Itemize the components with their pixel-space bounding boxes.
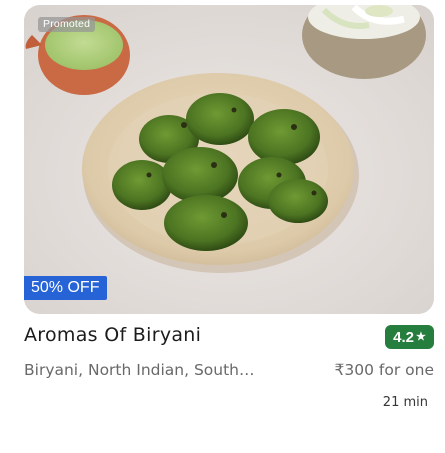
rating-badge: 4.2 ★ [385,325,434,349]
restaurant-card[interactable]: Promoted 50% OFF Aromas Of Biryani 4.2 ★… [0,0,445,453]
cuisine-list: Biryani, North Indian, South Indian [24,361,256,379]
delivery-time: 21 min [382,395,428,410]
promoted-badge: Promoted [38,17,96,32]
restaurant-photo[interactable] [24,5,434,314]
restaurant-name[interactable]: Aromas Of Biryani [24,324,201,346]
offer-badge: 50% OFF [24,276,108,300]
rating-value: 4.2 [393,328,414,346]
price-for-one: ₹300 for one [334,361,434,379]
food-image [24,5,434,314]
star-icon: ★ [415,330,426,343]
